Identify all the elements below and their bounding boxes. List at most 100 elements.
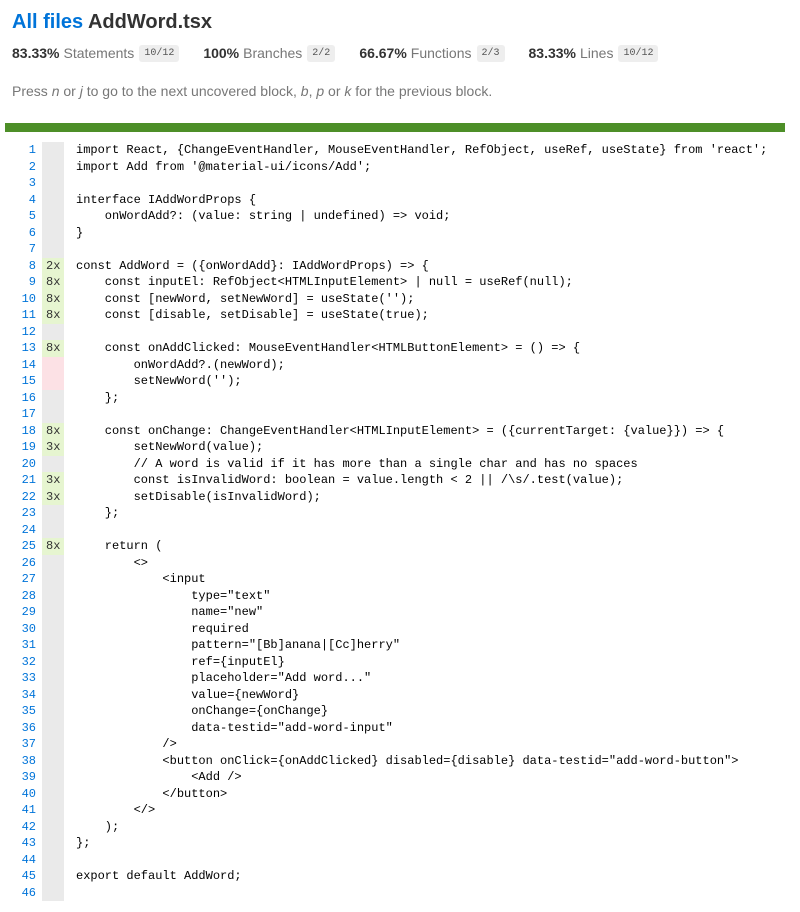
line-number-link[interactable]: 30	[8, 621, 36, 638]
metric-fraction: 10/12	[618, 44, 659, 62]
source-line: }	[76, 225, 84, 240]
help-text: for the previous block.	[351, 83, 493, 99]
code-line: 29 name="new"	[0, 604, 800, 621]
line-number-link[interactable]: 43	[8, 835, 36, 852]
source-line: };	[76, 506, 120, 520]
line-number-link[interactable]: 17	[8, 406, 36, 423]
code-line: 41 </>	[0, 802, 800, 819]
line-number-link[interactable]: 11	[8, 307, 36, 324]
code-line: 31 pattern="[Bb]anana|[Cc]herry"	[0, 637, 800, 654]
line-number-link[interactable]: 45	[8, 868, 36, 885]
code-line: 4 interface IAddWordProps {	[0, 191, 800, 209]
code-line: 30 required	[0, 620, 800, 638]
hit-count	[42, 835, 64, 852]
line-number-link[interactable]: 41	[8, 802, 36, 819]
line-number-link[interactable]: 34	[8, 687, 36, 704]
line-number-link[interactable]: 46	[8, 885, 36, 902]
code-line: 10 8x const [newWord, setNewWord] = useSt…	[0, 290, 800, 308]
code-line: 32 ref={inputEl}	[0, 653, 800, 671]
line-number-link[interactable]: 8	[8, 258, 36, 275]
line-number-link[interactable]: 37	[8, 736, 36, 753]
hit-count	[42, 719, 64, 736]
line-number-link[interactable]: 38	[8, 753, 36, 770]
line-number-link[interactable]: 15	[8, 373, 36, 390]
source-line: const [disable, setDisable] = useState(t…	[76, 308, 429, 322]
code-line: 7	[0, 241, 800, 258]
line-number-link[interactable]: 23	[8, 505, 36, 522]
metric-percentage: 83.33%	[12, 45, 60, 61]
source-line: setNewWord(value);	[76, 440, 264, 454]
line-number-link[interactable]: 18	[8, 423, 36, 440]
line-number-link[interactable]: 6	[8, 225, 36, 242]
hit-count	[42, 818, 64, 835]
line-number-link[interactable]: 40	[8, 786, 36, 803]
line-number-link[interactable]: 10	[8, 291, 36, 308]
line-number-link[interactable]: 36	[8, 720, 36, 737]
line-number-link[interactable]: 16	[8, 390, 36, 407]
line-number-link[interactable]: 42	[8, 819, 36, 836]
hit-count	[42, 373, 64, 390]
line-number-link[interactable]: 39	[8, 769, 36, 786]
hit-count	[42, 670, 64, 687]
line-number-link[interactable]: 19	[8, 439, 36, 456]
hit-count: 8x	[42, 538, 64, 555]
hit-count	[42, 208, 64, 225]
line-number-link[interactable]: 44	[8, 852, 36, 869]
code-line: 20 // A word is valid if it has more tha…	[0, 455, 800, 473]
line-number-link[interactable]: 32	[8, 654, 36, 671]
code-line: 15 setNewWord('');	[0, 373, 800, 390]
line-number-link[interactable]: 7	[8, 241, 36, 258]
metric-branches: 100% Branches 2/2	[203, 44, 336, 62]
metric-label: Statements	[63, 45, 135, 61]
source-line: <button onClick={onAddClicked} disabled=…	[76, 753, 739, 768]
metric-lines: 83.33% Lines 10/12	[528, 44, 659, 62]
hit-count	[42, 868, 64, 885]
code-line: 3	[0, 175, 800, 192]
line-number-link[interactable]: 12	[8, 324, 36, 341]
hit-count	[42, 142, 64, 159]
line-number-link[interactable]: 35	[8, 703, 36, 720]
line-number-link[interactable]: 29	[8, 604, 36, 621]
code-line: 26 <>	[0, 554, 800, 572]
line-number-link[interactable]: 2	[8, 159, 36, 176]
code-line: 8 2x const AddWord = ({onWordAdd}: IAddWor…	[0, 257, 800, 275]
source-line: type="text"	[76, 588, 271, 603]
line-number-link[interactable]: 21	[8, 472, 36, 489]
hit-count	[42, 241, 64, 258]
help-key: b	[300, 83, 309, 99]
hit-count: 2x	[42, 257, 64, 274]
line-number-link[interactable]: 20	[8, 456, 36, 473]
line-number-link[interactable]: 13	[8, 340, 36, 357]
hit-count	[42, 604, 64, 621]
all-files-link[interactable]: All files	[12, 11, 83, 33]
line-number-link[interactable]: 3	[8, 175, 36, 192]
code-line: 16 };	[0, 389, 800, 407]
line-number-link[interactable]: 5	[8, 208, 36, 225]
hit-count	[42, 521, 64, 538]
metric-percentage: 83.33%	[528, 45, 576, 61]
source-line: value={newWord}	[76, 687, 300, 702]
source-line: placeholder="Add word..."	[76, 671, 372, 685]
metric-percentage: 100%	[203, 45, 240, 61]
metric-fraction: 2/3	[476, 44, 505, 62]
line-number-link[interactable]: 31	[8, 637, 36, 654]
line-number-link[interactable]: 1	[8, 142, 36, 159]
line-number-link[interactable]: 4	[8, 192, 36, 209]
line-number-link[interactable]: 22	[8, 489, 36, 506]
source-line: const AddWord = ({onWordAdd}: IAddWordPr…	[76, 258, 429, 273]
metric-fraction: 10/12	[139, 44, 180, 62]
line-number-link[interactable]: 28	[8, 588, 36, 605]
line-number-link[interactable]: 27	[8, 571, 36, 588]
line-number-link[interactable]: 33	[8, 670, 36, 687]
line-number-link[interactable]: 26	[8, 555, 36, 572]
line-number-link[interactable]: 24	[8, 522, 36, 539]
code-line: 9 8x const inputEl: RefObject<HTMLInputEl…	[0, 274, 800, 291]
line-number-link[interactable]: 25	[8, 538, 36, 555]
line-number-link[interactable]: 9	[8, 274, 36, 291]
hit-count	[42, 587, 64, 604]
line-number-link[interactable]: 14	[8, 357, 36, 374]
source-line: setDisable(isInvalidWord);	[76, 489, 321, 504]
help-key: p	[316, 83, 325, 99]
hit-count	[42, 224, 64, 241]
source-line: <input	[76, 572, 206, 586]
